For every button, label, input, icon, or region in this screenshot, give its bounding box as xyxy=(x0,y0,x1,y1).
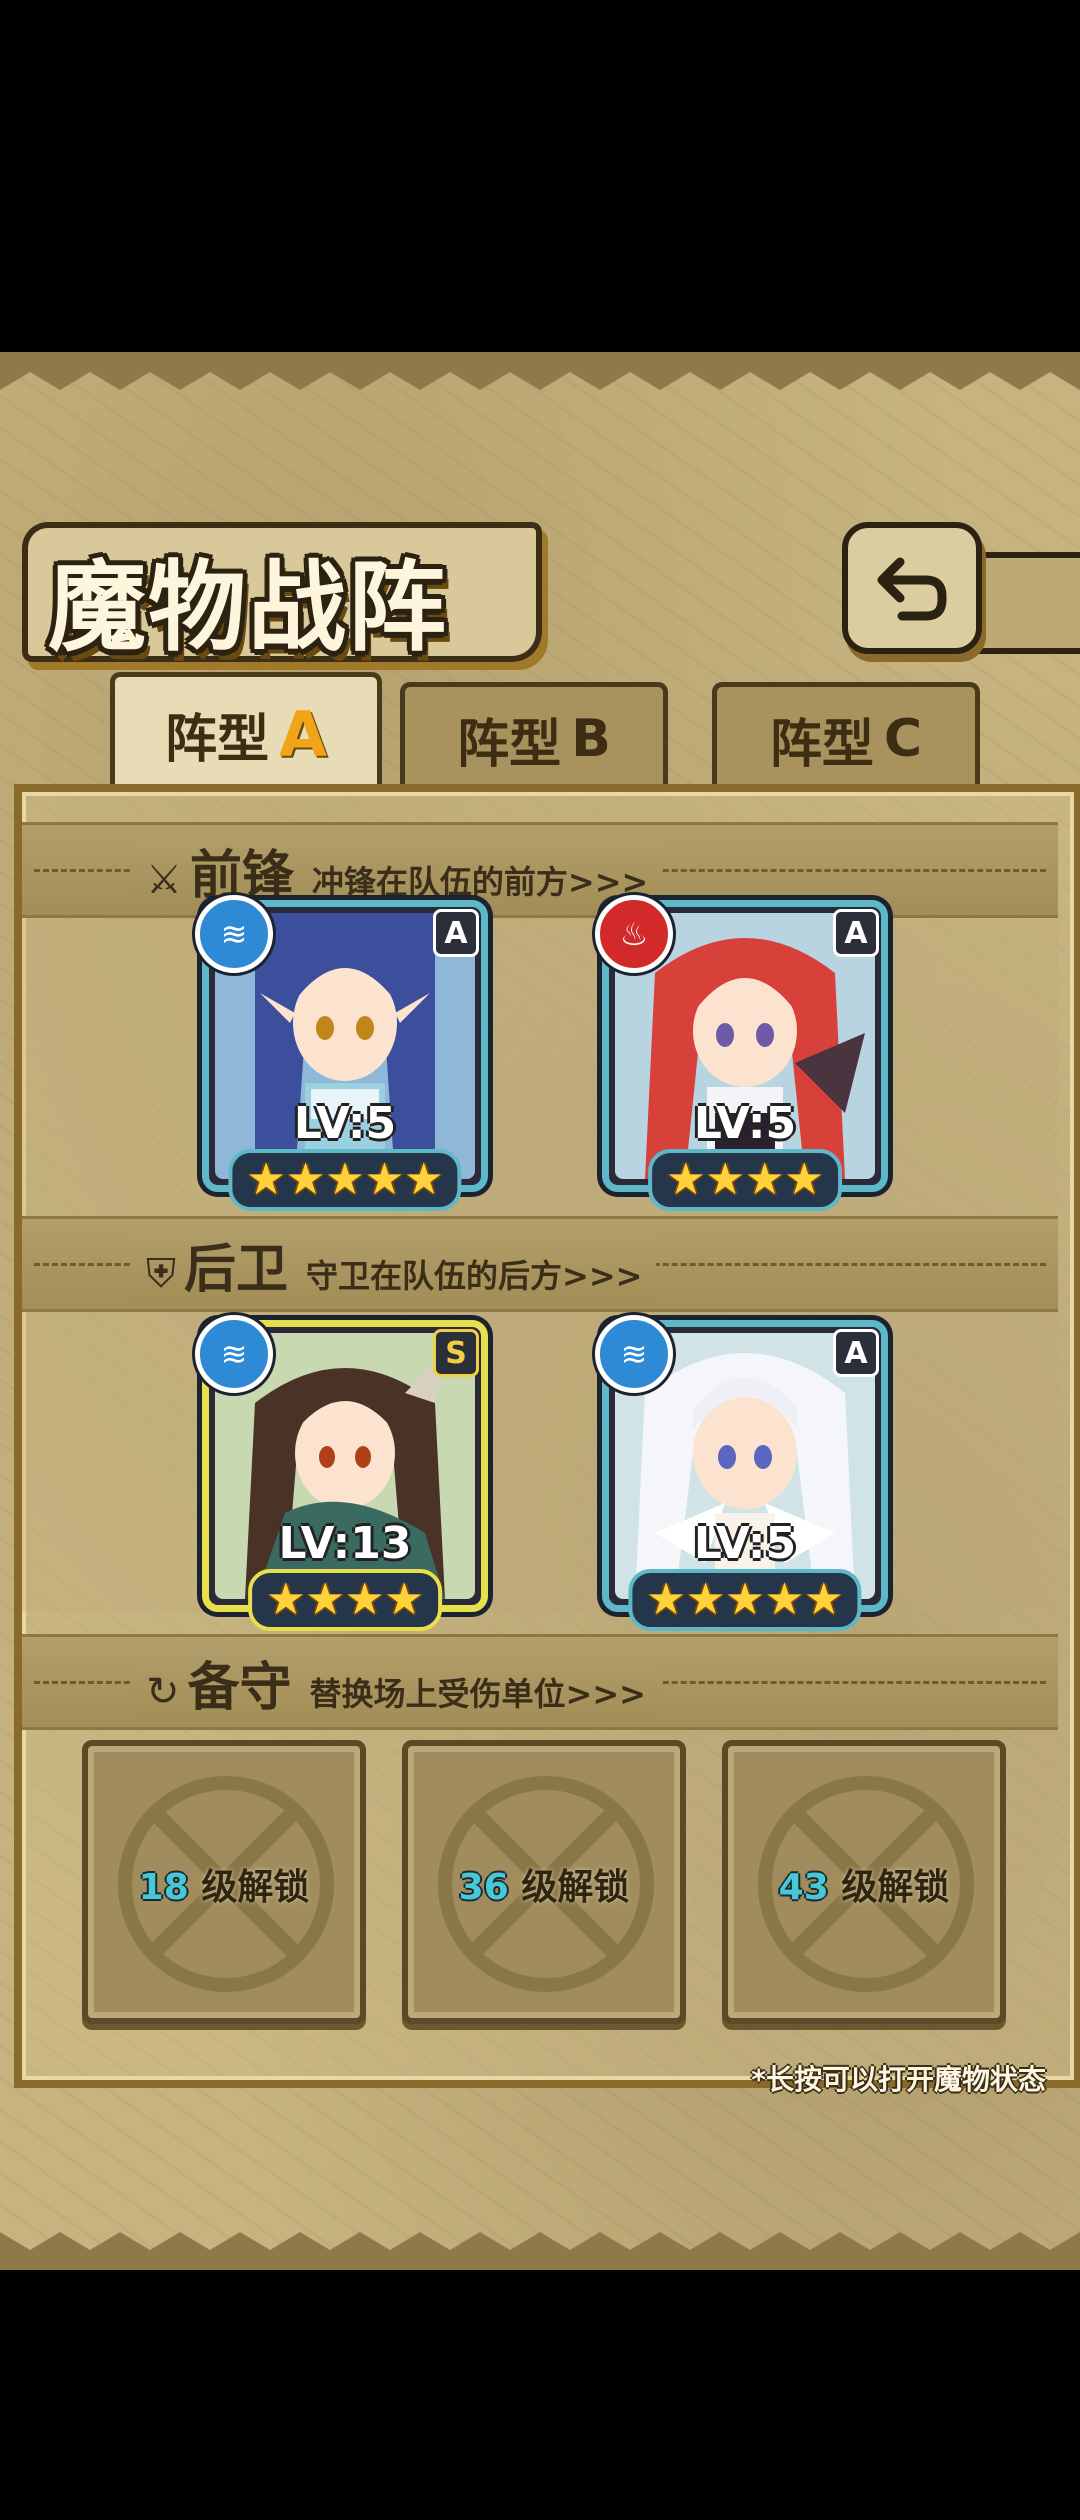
section-title: 备守 xyxy=(187,1657,292,1718)
page-title: 魔物战阵 xyxy=(48,551,449,665)
level-label: LV:5 xyxy=(693,1518,797,1569)
swap-icon: ↻ xyxy=(146,1668,180,1715)
star-rating: ★★★★ xyxy=(648,1149,842,1211)
front-row xyxy=(22,918,1058,1218)
element-water-icon: ≋ xyxy=(595,1315,673,1393)
tab-formation-b[interactable]: 阵型 B xyxy=(400,682,668,791)
rank-badge: S xyxy=(433,1329,479,1377)
long-press-hint: *长按可以打开魔物状态 xyxy=(751,2063,1046,2096)
element-fire-icon: ♨ xyxy=(595,895,673,973)
section-title: 后卫 xyxy=(184,1239,289,1300)
monster-card-rear-2[interactable]: ≋ A LV:5 ★★★★★ xyxy=(595,1315,888,1631)
star-rating: ★★★★ xyxy=(248,1569,442,1631)
monster-card-front-2[interactable]: ♨ A LV:5 ★★★★ xyxy=(595,895,888,1211)
tab-letter: C xyxy=(883,709,923,769)
zigzag-border-top xyxy=(0,352,1080,390)
tab-label: 阵型 xyxy=(457,714,562,775)
rank-badge: A xyxy=(833,1329,879,1377)
section-description: 冲锋在队伍的前方>>> xyxy=(311,862,649,901)
unlock-level-label: 43 级解锁 xyxy=(778,1867,950,1908)
section-header-front: ⚔ 前锋 冲锋在队伍的前方>>> xyxy=(22,822,1058,918)
reserve-slot-2[interactable]: 36 级解锁 xyxy=(402,1740,686,2024)
element-water-icon: ≋ xyxy=(195,895,273,973)
tab-label: 阵型 xyxy=(769,714,874,775)
monster-card-front-1[interactable]: ≋ A LV:5 ★★★★★ xyxy=(195,895,488,1211)
star-rating: ★★★★★ xyxy=(628,1569,862,1631)
back-button[interactable] xyxy=(842,522,982,654)
rear-row xyxy=(22,1312,1058,1612)
unlock-level-label: 18 级解锁 xyxy=(138,1867,310,1908)
return-arrow-icon xyxy=(877,557,947,621)
tab-formation-a[interactable]: 阵型 A xyxy=(110,672,382,791)
tab-letter: A xyxy=(279,697,327,771)
unlock-level-label: 36 级解锁 xyxy=(458,1867,630,1908)
rank-badge: A xyxy=(833,909,879,957)
level-label: LV:13 xyxy=(278,1518,412,1569)
section-header-reserve: ↻ 备守 替换场上受伤单位>>> xyxy=(22,1634,1058,1730)
rank-badge: A xyxy=(433,909,479,957)
section-description: 守卫在队伍的后方>>> xyxy=(306,1256,643,1295)
element-water-icon: ≋ xyxy=(195,1315,273,1393)
section-header-rear: ⛨ 后卫 守卫在队伍的后方>>> xyxy=(22,1216,1058,1312)
level-label: LV:5 xyxy=(693,1098,797,1149)
sword-icon: ⚔ xyxy=(146,856,182,903)
back-button-rail xyxy=(972,552,1080,654)
tab-letter: B xyxy=(571,709,611,769)
tab-formation-c[interactable]: 阵型 C xyxy=(712,682,980,791)
reserve-slot-1[interactable]: 18 级解锁 xyxy=(82,1740,366,2024)
shield-icon: ⛨ xyxy=(146,1250,176,1297)
reserve-slot-3[interactable]: 43 级解锁 xyxy=(722,1740,1006,2024)
level-label: LV:5 xyxy=(293,1098,397,1149)
tab-label: 阵型 xyxy=(165,709,270,770)
star-rating: ★★★★★ xyxy=(228,1149,462,1211)
section-description: 替换场上受伤单位>>> xyxy=(309,1674,646,1713)
monster-card-rear-1[interactable]: ≋ S LV:13 ★★★★ xyxy=(195,1315,488,1631)
zigzag-border-bottom xyxy=(0,2232,1080,2270)
